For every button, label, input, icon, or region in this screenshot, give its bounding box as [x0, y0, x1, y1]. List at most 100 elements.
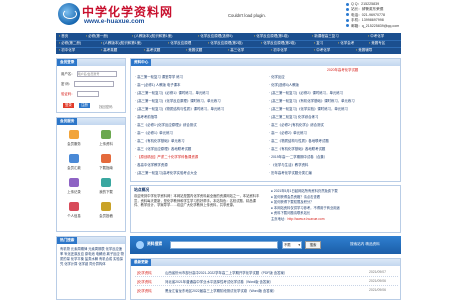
nav-item[interactable]: (人教版本)(知识和第1册)	[132, 33, 172, 40]
contact-info: Q Q：215225839 站长：郝警英东荣德 电话：021-96970778 …	[346, 2, 446, 29]
profile-icon[interactable]	[69, 202, 79, 211]
list-item[interactable]: · (高三第一轮复习)《化学反应原理》课时练习，单元练习	[135, 98, 263, 103]
list-item[interactable]: · 【原创精品】严谨二十化学学科备课资源	[135, 154, 263, 159]
member-icon[interactable]	[69, 130, 79, 139]
list-item[interactable]: · 历年高考化学试题分类汇编	[269, 170, 397, 175]
nav-item[interactable]: 复习	[314, 40, 323, 47]
service-item[interactable]: 上传资料	[94, 141, 118, 146]
service-title: 会员服务	[57, 118, 78, 125]
list-item[interactable]: · (高三第一轮复习)《有机化学基础》课时练习，单元练习	[269, 98, 397, 103]
nav-item[interactable]: 高三化学	[228, 47, 244, 54]
list-item[interactable]: · (高三第一轮复习)《物质结构与性质》课时练习，单元练习	[135, 106, 263, 111]
list-item[interactable]: · 高三《必修1·(化学反应原理)》综合测试	[135, 122, 263, 127]
search-bar: 资料搜索 不限 ▾ 搜索 搜索站内 精品资料	[130, 236, 401, 254]
nav-item[interactable]: (人教版本)(知识和第1册)	[101, 40, 141, 47]
nav-item[interactable]: 化学反应原理(第2卷)	[208, 40, 242, 47]
list-item[interactable]: · (高三第一轮复习)《必修2》课时练习，单元练习	[269, 90, 397, 95]
list-item[interactable]: · 高二《物质结构与性质》各地联考试题	[269, 138, 397, 143]
nav-item[interactable]: 初中化学	[59, 47, 75, 54]
list-item[interactable]: · 《化学与生活》教学资料	[269, 162, 397, 167]
update-tag[interactable]: [化学资料]	[137, 270, 152, 275]
nav-item[interactable]: 新课程高三复习	[312, 33, 339, 40]
upload-record-icon[interactable]	[69, 178, 79, 187]
mail-icon	[346, 24, 349, 28]
list-item[interactable]: · 2019年高一·二学期期中试卷（合集）	[269, 154, 397, 159]
nav-item[interactable]: 初中化学	[271, 47, 287, 54]
password-label: 密 码：	[61, 82, 73, 86]
nav-row-2: 必修(第二册) (人教版本)(知识和第1册) 化学反应原理 化学反应原理(第2卷…	[56, 40, 401, 47]
nav-item[interactable]: 化学反应原理(选修5)	[198, 33, 232, 40]
register-button[interactable]: 注册	[79, 103, 90, 108]
update-tag[interactable]: [化学资料]	[137, 288, 152, 293]
notice-bullets: ● 2021年5月1日起网站所有资料仍然免费下载 ● 如何获得会员资格？请点击查…	[271, 189, 399, 223]
list-item[interactable]: · 各高中化学教学资源	[135, 162, 263, 167]
remit-icon[interactable]	[69, 154, 79, 163]
list-item[interactable]: · (高三第一轮复习)《化学实验》课时练习，单元练习	[269, 106, 397, 111]
notice-contact[interactable]: 主页地址：http://www.e-huaxue.com	[271, 217, 399, 223]
list-item[interactable]: · 高三《必修2·(有机化学)》综合测试	[269, 122, 397, 127]
logo-url: www.e-huaxue.com	[84, 18, 145, 25]
hot-search-tags[interactable]: 有机物 元素周期律 元素周期表 化学反应速率 氧化还原反应 原电池 电解池 离子…	[60, 247, 124, 267]
list-item[interactable]: · (高三第一轮复习)《必修1》课时练习，单元练习	[135, 90, 263, 95]
nav-item[interactable]: 首页	[59, 33, 68, 40]
list-item[interactable]: · 高一《必修1》单元练习	[135, 130, 263, 135]
nav-item[interactable]: 竞赛辅导	[356, 47, 372, 54]
login-title: 会员登录	[57, 59, 78, 66]
update-link[interactable]: 黑龙江省龙东地区2022届高三上学期阶段测试化学试卷（Word版 含答案）	[165, 288, 355, 293]
list-item[interactable]: · 高一《必修2》单元练习	[269, 130, 397, 135]
search-button[interactable]: 搜索	[305, 241, 321, 249]
upload-icon[interactable]	[101, 130, 111, 139]
nav-item[interactable]: 高考试题	[144, 47, 160, 54]
list-item[interactable]: · 高二《有机化学基础》单元练习	[135, 138, 263, 143]
password-input[interactable]	[74, 81, 115, 88]
site-header: 中学化学资料网 www.e-huaxue.com Couldn't load p…	[0, 0, 456, 32]
service-item[interactable]: 个人信息	[62, 213, 86, 218]
service-item[interactable]: 会员汇款	[62, 165, 86, 170]
nav-item[interactable]: 竞赛试题	[186, 47, 202, 54]
list-item[interactable]: · 高一(必修1) 人教版 电子课本	[135, 82, 263, 87]
forgot-password-link[interactable]: 找回密码	[99, 104, 113, 109]
nav-item[interactable]: 中考化学	[314, 47, 330, 54]
service-item[interactable]: 上传记录	[62, 189, 86, 194]
login-button[interactable]: 登录	[63, 103, 74, 108]
nav-item[interactable]: 必修(第一册)	[86, 33, 108, 40]
service-item[interactable]: 下载指南	[94, 165, 118, 170]
search-input[interactable]	[170, 241, 278, 249]
nav-item[interactable]: 必修(第二册)	[59, 40, 81, 47]
update-tag[interactable]: [化学资料]	[137, 279, 152, 284]
headline-link[interactable]: 2020年高考化学试题	[327, 67, 358, 72]
nav-item[interactable]: 高考真题	[101, 47, 117, 54]
my-download-icon[interactable]	[101, 178, 111, 187]
nav-item[interactable]: 化学反应原理(第2卷)	[261, 40, 295, 47]
update-link[interactable]: 河北省2021年普通高中学业水平选择性考试化学试卷（Word版 含答案）	[165, 279, 355, 284]
update-link[interactable]: 山西省忻州市部分高中2021-2022学年高二上学期开学化学试题（PDF版 含答…	[165, 270, 355, 275]
member-service-panel: 会员服务 会员服务 上传资料 会员汇款 下载指南 上传记录 我的下载 个人信息 …	[56, 117, 126, 232]
list-item[interactable]: · 高三第一轮复习 课堂导学 练习	[135, 74, 263, 79]
nav-item[interactable]: 化学反应原理(第1卷)	[254, 33, 288, 40]
list-item[interactable]: · 高考考前指导	[135, 114, 263, 119]
nav-item[interactable]: 中考化学	[368, 33, 384, 40]
list-item[interactable]: · (高三第二轮复习) 化学综合练习	[269, 114, 397, 119]
nav-item[interactable]: 化学反应原理	[168, 40, 191, 47]
notice-title: 站点概况	[134, 188, 150, 192]
nav-item[interactable]: 化学会考	[338, 40, 354, 47]
list-item[interactable]: · 高三《有机化学基础》各地联考试题	[269, 146, 397, 151]
username-row: 用户名： 用户名/会员账号	[61, 71, 117, 78]
hot-search-title: 热门搜索	[57, 237, 78, 244]
download-guide-icon[interactable]	[101, 154, 111, 163]
nav-item[interactable]: 竞赛专区	[369, 40, 385, 47]
search-category-select[interactable]: 不限 ▾	[282, 241, 302, 249]
site-logo[interactable]: 中学化学资料网 www.e-huaxue.com	[58, 3, 176, 27]
list-item[interactable]: · (高三第一轮复习)高考化学实验考点大全	[135, 170, 263, 175]
list-item[interactable]: · 高三《化学反应原理》各地联考试题	[135, 146, 263, 151]
contribute-icon[interactable]	[101, 202, 111, 211]
service-item[interactable]: 会员服务	[62, 141, 86, 146]
captcha-input[interactable]	[76, 91, 99, 98]
list-item[interactable]: · 化学反应	[269, 74, 397, 79]
list-item[interactable]: · 化学(选修4)人教版	[269, 82, 397, 87]
service-item[interactable]: 我的下载	[94, 189, 118, 194]
username-input[interactable]: 用户名/会员账号	[76, 71, 117, 78]
latest-update-title: 最新更新	[131, 259, 152, 266]
plugin-load-error: Couldn't load plugin.	[228, 13, 266, 18]
service-item[interactable]: 会员投稿	[94, 213, 118, 218]
